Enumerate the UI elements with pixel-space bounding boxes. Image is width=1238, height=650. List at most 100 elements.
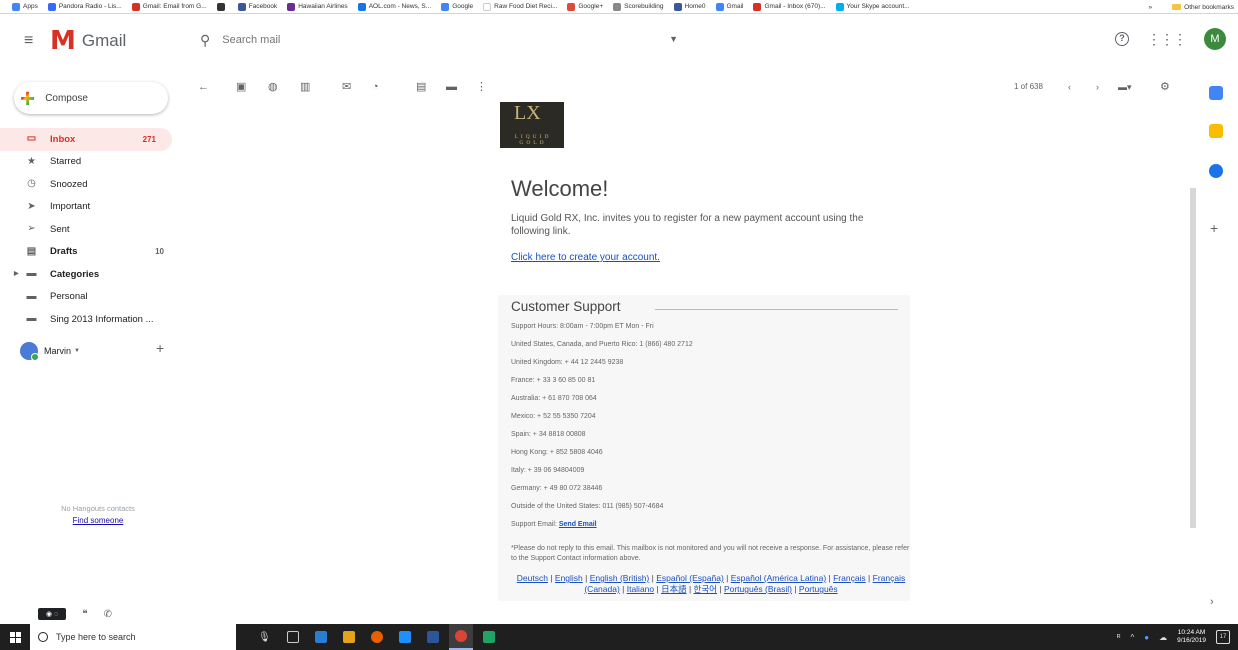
- get-addons-icon[interactable]: +: [1210, 220, 1218, 236]
- bookmark-item[interactable]: AOL.com - News, S...: [357, 2, 431, 11]
- sidebar-item-drafts[interactable]: ▤ Drafts 10: [0, 241, 180, 264]
- compose-button[interactable]: + Compose: [14, 82, 168, 114]
- tray-overflow-icon[interactable]: ^: [1130, 633, 1134, 642]
- language-link[interactable]: 日本語: [661, 584, 687, 594]
- apps-grid-icon[interactable]: ⋮⋮⋮: [1147, 31, 1187, 48]
- show-side-panel-icon[interactable]: ›: [1210, 596, 1214, 608]
- labels-icon[interactable]: ▬: [446, 80, 457, 94]
- firefox-icon[interactable]: [365, 624, 389, 650]
- support-line: United Kingdom: + 44 12 2445 9238: [511, 359, 624, 366]
- hangouts-person-icon[interactable]: ◉ ◌: [38, 608, 67, 620]
- language-link[interactable]: Español (España): [656, 573, 724, 583]
- phone-icon[interactable]: ✆: [104, 609, 112, 620]
- bookmark-item[interactable]: Hawaiian Airlines: [287, 2, 348, 11]
- edge-icon[interactable]: [393, 624, 417, 650]
- hangouts-footer: ◉ ◌ ❝ ✆: [38, 608, 112, 620]
- bookmark-item[interactable]: Home0: [673, 2, 706, 11]
- bookmark-item[interactable]: Gmail - Inbox (670)...: [753, 2, 826, 11]
- bookmark-item[interactable]: Pandora Radio - Lis...: [47, 2, 122, 11]
- sidebar-item-sent[interactable]: ➢ Sent: [0, 218, 180, 241]
- back-arrow-icon[interactable]: ←: [198, 80, 209, 94]
- expand-caret-icon[interactable]: ▶: [14, 270, 19, 277]
- create-account-link[interactable]: Click here to create your account.: [511, 252, 660, 263]
- language-link[interactable]: English (British): [590, 573, 650, 583]
- move-to-icon[interactable]: ▤: [416, 80, 426, 94]
- bookmark-item[interactable]: Scorebuilding: [613, 2, 664, 11]
- bookmark-item[interactable]: [216, 2, 228, 11]
- settings-gear-icon[interactable]: ⚙: [1160, 80, 1170, 94]
- search-icon[interactable]: ⚲: [200, 32, 210, 49]
- sidebar-item-snoozed[interactable]: ◷ Snoozed: [0, 173, 180, 196]
- search-bar[interactable]: ⚲ ▼: [196, 27, 692, 53]
- label-icon: ▬: [26, 268, 37, 279]
- sidebar-item-personal[interactable]: ▬ Personal: [0, 286, 180, 309]
- sidebar-item-starred[interactable]: ★ Starred: [0, 151, 180, 174]
- start-button[interactable]: [0, 624, 30, 650]
- language-link[interactable]: Français: [833, 573, 866, 583]
- bookmark-item[interactable]: Google: [441, 2, 473, 11]
- language-link[interactable]: Español (América Latina): [731, 573, 826, 583]
- bookmark-item[interactable]: Google+: [567, 2, 603, 11]
- language-link[interactable]: Português (Brasil): [724, 584, 792, 594]
- archive-icon[interactable]: ▣: [236, 80, 246, 94]
- snooze-icon[interactable]: ◔: [372, 80, 379, 94]
- bookmark-item[interactable]: Gmail: Email from G...: [131, 2, 207, 11]
- notifications-icon[interactable]: 17: [1216, 630, 1230, 644]
- language-link[interactable]: Português: [799, 584, 838, 594]
- microphone-icon[interactable]: 🎙︎: [258, 632, 271, 643]
- bookmarks-overflow[interactable]: »: [1149, 4, 1153, 11]
- other-bookmarks[interactable]: » Other bookmarks: [1149, 0, 1234, 13]
- excel-icon[interactable]: [477, 624, 501, 650]
- bookmark-label: Apps: [23, 3, 38, 10]
- store-icon[interactable]: [337, 624, 361, 650]
- file-explorer-icon[interactable]: [309, 624, 333, 650]
- email-scrollbar[interactable]: [1190, 188, 1196, 528]
- bookmark-item[interactable]: Apps: [12, 2, 38, 11]
- hangouts-user[interactable]: Marvin ▼: [20, 342, 80, 361]
- keep-icon[interactable]: [1209, 124, 1223, 138]
- sidebar-item-sing[interactable]: ▬ Sing 2013 Information ...: [0, 308, 180, 331]
- main-menu-icon[interactable]: ≡: [24, 32, 33, 50]
- taskbar-search[interactable]: Type here to search: [30, 624, 236, 650]
- sidebar-item-inbox[interactable]: ▭ Inbox 271: [0, 128, 172, 151]
- gmail-logo[interactable]: M Gmail: [50, 28, 126, 54]
- bookmark-item[interactable]: Your Skype account...: [835, 2, 910, 11]
- system-clock[interactable]: 10:24 AM 9/16/2019: [1177, 629, 1206, 645]
- more-options-icon[interactable]: ⋮: [476, 80, 487, 94]
- bookmark-item[interactable]: Facebook: [237, 2, 277, 11]
- quote-icon[interactable]: ❝: [82, 609, 87, 620]
- sidebar-item-important[interactable]: ➤ Important: [0, 196, 180, 219]
- input-tools-icon[interactable]: ▬▾: [1118, 80, 1132, 94]
- support-line: Outside of the United States: 011 (985) …: [511, 503, 664, 510]
- bookmark-item[interactable]: Gmail: [715, 2, 743, 11]
- chrome-icon[interactable]: [448, 624, 473, 650]
- people-icon[interactable]: ᴿ: [1117, 633, 1121, 642]
- language-link[interactable]: 한국어: [694, 584, 717, 594]
- sidebar-item-categories[interactable]: ▶ ▬ Categories: [0, 263, 180, 286]
- support-line: France: + 33 3 60 85 00 81: [511, 377, 596, 384]
- find-someone-link[interactable]: Find someone: [38, 516, 158, 525]
- newer-chevron-icon[interactable]: ‹: [1068, 80, 1071, 94]
- task-view-icon[interactable]: [281, 624, 305, 650]
- calendar-icon[interactable]: [1209, 86, 1223, 100]
- onedrive-icon[interactable]: ☁: [1159, 633, 1167, 642]
- tasks-icon[interactable]: [1209, 164, 1223, 178]
- send-email-link[interactable]: Send Email: [559, 521, 597, 528]
- language-link[interactable]: Italiano: [627, 584, 654, 594]
- delete-icon[interactable]: ▥: [300, 80, 310, 94]
- older-chevron-icon[interactable]: ›: [1096, 80, 1099, 94]
- account-avatar[interactable]: M: [1204, 28, 1226, 50]
- mark-unread-icon[interactable]: ✉: [342, 80, 351, 94]
- report-spam-icon[interactable]: ◍: [268, 80, 278, 94]
- bookmark-item[interactable]: Raw Food Diet Reci...: [483, 2, 557, 11]
- language-link[interactable]: English: [555, 573, 583, 583]
- new-conversation-icon[interactable]: +: [156, 340, 164, 356]
- search-options-icon[interactable]: ▼: [669, 34, 678, 44]
- search-input[interactable]: [222, 34, 653, 46]
- language-link[interactable]: Deutsch: [517, 573, 548, 583]
- word-icon[interactable]: [421, 624, 445, 650]
- bluetooth-icon[interactable]: ●: [1144, 633, 1149, 642]
- user-dropdown-icon[interactable]: ▼: [74, 348, 80, 354]
- compose-label: Compose: [45, 92, 88, 104]
- help-icon[interactable]: ?: [1115, 32, 1129, 46]
